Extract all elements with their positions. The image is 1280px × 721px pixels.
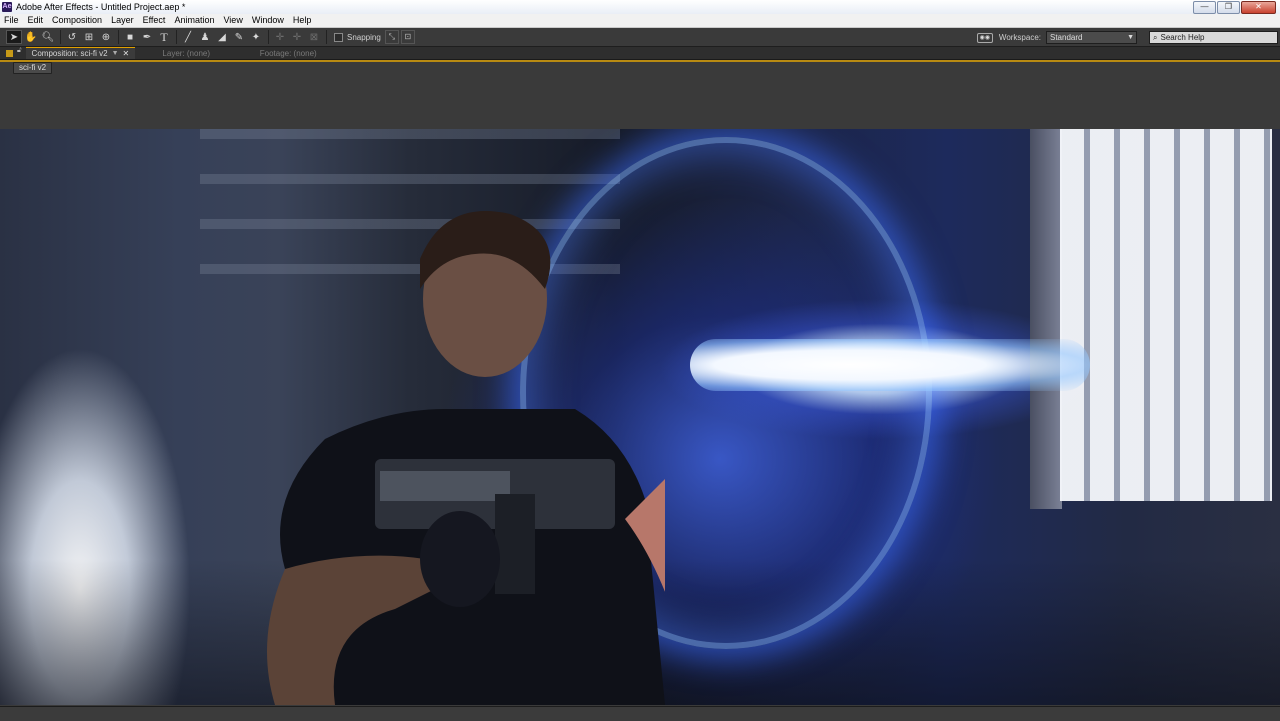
menu-animation[interactable]: Animation bbox=[170, 14, 219, 27]
viewer-footer bbox=[0, 706, 1280, 721]
menu-composition[interactable]: Composition bbox=[48, 14, 107, 27]
chevron-down-icon[interactable]: ▼ bbox=[112, 50, 119, 57]
chevron-down-icon: ▼ bbox=[1127, 34, 1134, 41]
toolbar-divider bbox=[60, 30, 61, 44]
selection-tool-icon[interactable]: ➤ bbox=[6, 30, 22, 44]
tab-footage-label: Footage: (none) bbox=[259, 48, 317, 58]
pen-tool-icon[interactable]: ✒ bbox=[139, 30, 155, 44]
search-help-placeholder: Search Help bbox=[1160, 33, 1205, 42]
menu-help[interactable]: Help bbox=[289, 14, 317, 27]
composition-navigator-button[interactable]: sci-fi v2 bbox=[13, 62, 53, 74]
brush-tool-icon[interactable]: ╱ bbox=[180, 30, 196, 44]
composition-canvas[interactable] bbox=[0, 129, 1280, 705]
clone-stamp-tool-icon[interactable]: ♟ bbox=[197, 30, 213, 44]
workspace-label: Workspace: bbox=[998, 33, 1041, 42]
window-controls: — ❐ ✕ bbox=[1193, 1, 1276, 14]
menu-effect[interactable]: Effect bbox=[139, 14, 171, 27]
world-axis-icon: ✛ bbox=[292, 31, 302, 43]
tab-layer-label: Layer: (none) bbox=[162, 48, 211, 58]
toolbar-divider bbox=[176, 30, 177, 44]
panel-menu-icon[interactable] bbox=[6, 49, 13, 57]
menu-bar: File Edit Composition Layer Effect Anima… bbox=[0, 14, 1280, 28]
snap-features-icon[interactable]: ⊡ bbox=[400, 30, 415, 44]
toolbar-divider bbox=[118, 30, 119, 44]
soldier-figure bbox=[267, 211, 665, 705]
title-bar: Ae Adobe After Effects - Untitled Projec… bbox=[0, 0, 1280, 14]
after-effects-logo-icon: Ae bbox=[2, 2, 12, 12]
laser-beam bbox=[690, 339, 1090, 391]
lock-icon[interactable]: 🔓︎ bbox=[17, 47, 22, 59]
minimize-button[interactable]: — bbox=[1193, 1, 1216, 14]
tab-footage[interactable]: Footage: (none) bbox=[237, 47, 339, 59]
zoom-tool-icon[interactable]: 🔍︎ bbox=[40, 30, 56, 44]
menu-edit[interactable]: Edit bbox=[24, 14, 49, 27]
close-button[interactable]: ✕ bbox=[1241, 1, 1276, 14]
local-axis-icon: ✛ bbox=[275, 31, 285, 43]
pan-behind-tool-icon[interactable]: ⊕ bbox=[98, 30, 114, 44]
toolbar-divider bbox=[326, 30, 327, 44]
menu-layer[interactable]: Layer bbox=[107, 14, 139, 27]
background-window-frame bbox=[1030, 129, 1062, 509]
puppet-pin-tool-icon[interactable]: ✦ bbox=[248, 30, 264, 44]
tab-layer[interactable]: Layer: (none) bbox=[135, 47, 237, 59]
type-tool-icon[interactable]: T bbox=[156, 30, 172, 44]
rotation-tool-icon[interactable]: ↺ bbox=[64, 30, 80, 44]
toolbar-divider bbox=[268, 30, 269, 44]
roto-brush-tool-icon[interactable]: ✎ bbox=[231, 30, 247, 44]
tab-composition-label: Composition: sci-fi v2 bbox=[31, 49, 108, 58]
snapping-label: Snapping bbox=[347, 32, 381, 42]
workspace-dropdown[interactable]: Standard ▼ bbox=[1046, 31, 1137, 44]
eraser-tool-icon[interactable]: ◢ bbox=[214, 30, 230, 44]
menu-view[interactable]: View bbox=[219, 14, 247, 27]
close-icon[interactable]: ✕ bbox=[123, 49, 130, 58]
rectangle-tool-icon[interactable]: ■ bbox=[122, 30, 138, 44]
snap-edges-icon[interactable]: ⤡ bbox=[384, 30, 399, 44]
maximize-button[interactable]: ❐ bbox=[1217, 1, 1240, 14]
workspace-control: ◉◉ Workspace: Standard ▼ bbox=[976, 31, 1137, 44]
snapping-checkbox[interactable] bbox=[334, 32, 343, 42]
tab-composition[interactable]: Composition: sci-fi v2 ▼ ✕ bbox=[25, 47, 136, 59]
search-help-input[interactable]: ⌕ Search Help bbox=[1149, 31, 1278, 44]
vr-workspace-icon[interactable]: ◉◉ bbox=[976, 32, 993, 43]
camera-tool-icon[interactable]: ⊞ bbox=[81, 30, 97, 44]
menu-file[interactable]: File bbox=[0, 14, 24, 27]
menu-window[interactable]: Window bbox=[248, 14, 289, 27]
hand-tool-icon[interactable]: ✋ bbox=[23, 30, 39, 44]
workspace-value: Standard bbox=[1050, 33, 1083, 42]
view-axis-icon: ⊠ bbox=[309, 31, 319, 43]
viewer-tab-bar: 🔓︎ Composition: sci-fi v2 ▼ ✕ Layer: (no… bbox=[0, 47, 1280, 60]
window-title: Adobe After Effects - Untitled Project.a… bbox=[16, 2, 186, 12]
search-icon: ⌕ bbox=[1153, 33, 1158, 42]
background-window bbox=[1060, 129, 1272, 501]
